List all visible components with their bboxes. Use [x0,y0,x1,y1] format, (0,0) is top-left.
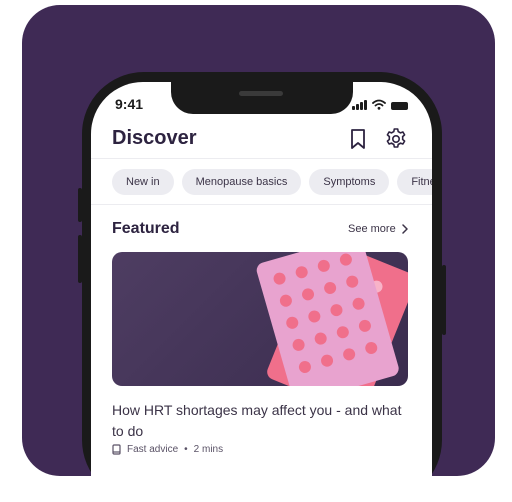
article-duration: 2 mins [193,444,224,455]
status-time: 9:41 [115,96,144,112]
phone-screen: 9:41 Discover New in Menopause basics Sy… [91,82,432,502]
notch [171,82,353,114]
speaker-grille [239,91,283,96]
category-chips: New in Menopause basics Symptoms Fitnes [112,169,432,195]
status-icons [352,98,408,110]
article-meta: Fast advice • 2 mins [112,444,223,455]
featured-article-image[interactable] [112,252,408,386]
meta-separator: • [184,444,188,455]
bookmark-icon[interactable] [348,128,368,150]
see-more-label: See more [348,223,396,235]
chip-fitness[interactable]: Fitnes [397,169,432,195]
phone-side-button [442,265,446,335]
chip-new-in[interactable]: New in [112,169,174,195]
header-divider [91,158,432,159]
article-title[interactable]: How HRT shortages may affect you - and w… [112,400,402,442]
see-more-link[interactable]: See more [348,223,408,235]
page-title: Discover [112,127,197,149]
featured-heading: Featured [112,220,180,237]
phone-side-button [78,235,82,283]
battery-icon [391,102,408,110]
chip-menopause-basics[interactable]: Menopause basics [181,169,302,195]
chevron-right-icon [401,224,408,234]
phone-side-button [78,188,82,222]
chip-symptoms[interactable]: Symptoms [309,169,390,195]
pill-packs-illustration [256,252,408,386]
chips-divider [91,204,432,205]
gear-icon[interactable] [384,127,408,151]
wifi-icon [372,99,386,110]
signal-icon [352,100,367,110]
book-icon [112,444,121,455]
article-category: Fast advice [127,444,179,455]
